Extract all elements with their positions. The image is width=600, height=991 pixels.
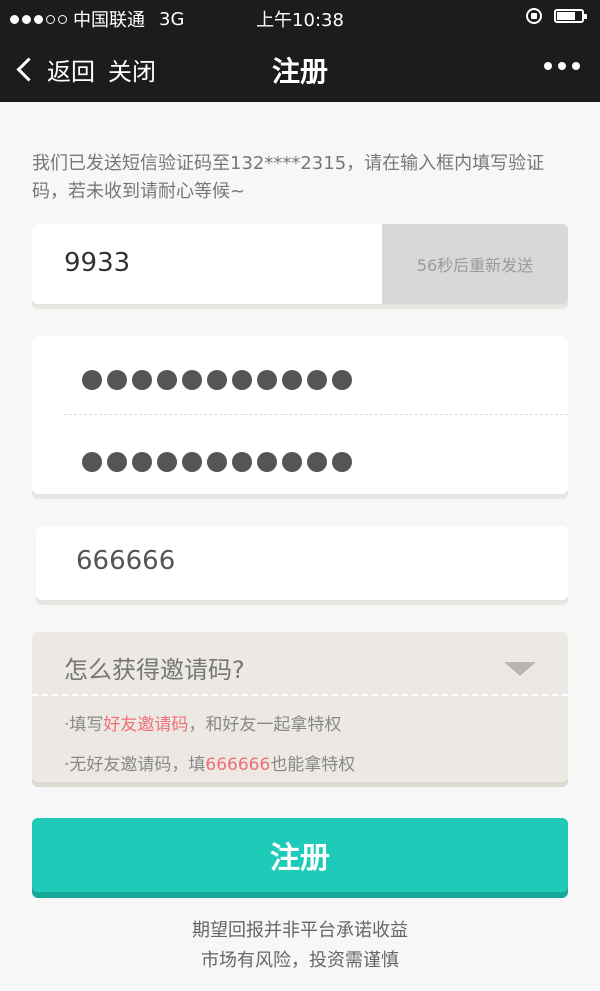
highlight-text: 666666 (205, 755, 271, 775)
sms-notice: 我们已发送短信验证码至132****2315，请在输入框内填写验证码，若未收到请… (32, 153, 545, 202)
password-mask-dot (132, 452, 152, 472)
password-mask-dot (332, 370, 352, 390)
status-bar-right (526, 8, 587, 24)
verification-code-field[interactable]: 9933 56秒后重新发送 (32, 224, 568, 304)
back-label: 返回 (47, 58, 95, 86)
password-mask-dot (182, 452, 202, 472)
resend-code-button[interactable]: 56秒后重新发送 (382, 224, 568, 304)
disclaimer-line-2: 市场有风险，投资需谨慎 (201, 950, 399, 971)
more-options-icon[interactable] (544, 62, 580, 70)
divider (64, 414, 568, 415)
password-mask-dot (107, 370, 127, 390)
highlight-text: 好友邀请码 (103, 715, 189, 735)
password-input[interactable] (82, 370, 352, 390)
password-mask-dot (82, 452, 102, 472)
confirm-password-input[interactable] (82, 452, 352, 472)
triangle-down-icon[interactable] (504, 662, 536, 676)
password-mask-dot (82, 370, 102, 390)
password-mask-dot (257, 370, 277, 390)
password-mask-dot (307, 452, 327, 472)
password-mask-dot (207, 370, 227, 390)
password-mask-dot (132, 370, 152, 390)
back-button[interactable]: 返回 (14, 52, 95, 87)
invite-code-input[interactable]: 666666 (76, 546, 175, 576)
password-mask-dot (182, 370, 202, 390)
password-mask-dot (282, 370, 302, 390)
divider (32, 694, 568, 696)
password-mask-dot (107, 452, 127, 472)
register-button[interactable]: 注册 (32, 818, 568, 892)
password-mask-dot (257, 452, 277, 472)
invite-tip-2: ·无好友邀请码，填666666也能拿特权 (64, 755, 356, 775)
password-mask-dot (307, 370, 327, 390)
password-mask-dot (282, 452, 302, 472)
nav-bar: 返回 关闭 注册 (0, 34, 600, 102)
password-mask-dot (232, 452, 252, 472)
status-bar: 中国联通 3G 上午10:38 (0, 0, 600, 34)
password-mask-dot (157, 452, 177, 472)
invite-code-help[interactable]: 怎么获得邀请码? ·填写好友邀请码，和好友一起拿特权 ·无好友邀请码，填6666… (32, 632, 568, 782)
close-button[interactable]: 关闭 (108, 52, 156, 87)
rotation-lock-icon (526, 8, 542, 24)
back-chevron-icon (16, 57, 41, 82)
password-mask-dot (232, 370, 252, 390)
password-group (32, 336, 568, 494)
invite-tip-1: ·填写好友邀请码，和好友一起拿特权 (64, 715, 342, 735)
password-mask-dot (207, 452, 227, 472)
invite-code-field[interactable]: 666666 (36, 526, 568, 600)
password-mask-dot (157, 370, 177, 390)
verification-code-input[interactable]: 9933 (64, 248, 130, 278)
password-mask-dot (332, 452, 352, 472)
disclaimer-line-1: 期望回报并非平台承诺收益 (192, 920, 408, 941)
status-time: 上午10:38 (256, 10, 344, 31)
invite-help-title: 怎么获得邀请码? (64, 656, 245, 684)
battery-icon (554, 9, 587, 23)
